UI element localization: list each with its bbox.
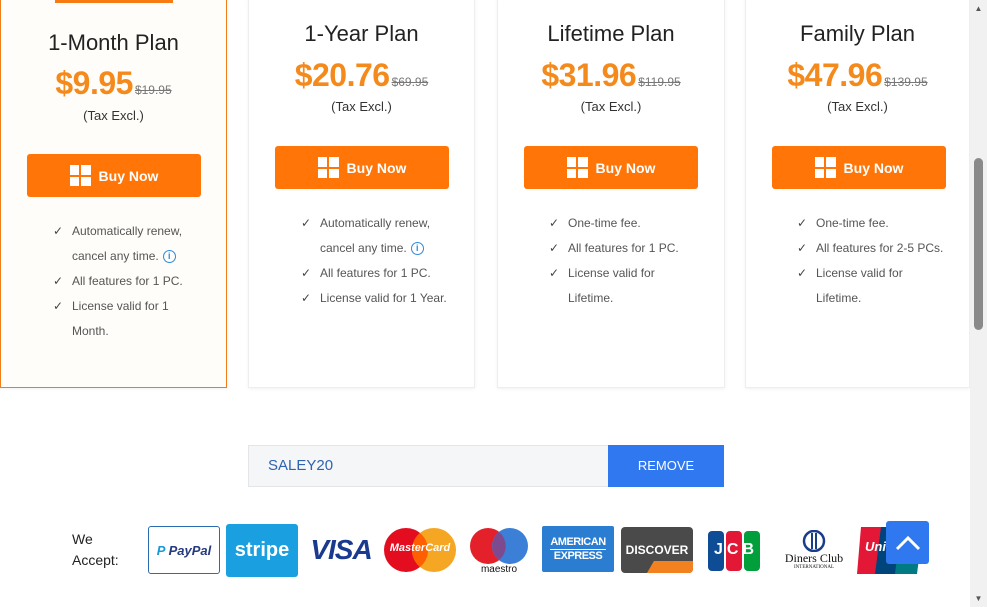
windows-icon	[814, 157, 836, 178]
plan-name: Family Plan	[800, 21, 915, 46]
plan-card-lifetime: Lifetime Plan $31.96 $119.95 (Tax Excl.) …	[497, 0, 725, 388]
stripe-icon: stripe	[234, 539, 290, 561]
buy-now-button[interactable]: Buy Now	[27, 154, 201, 197]
old-price: $69.95	[391, 75, 429, 89]
check-icon: ✓	[797, 216, 808, 230]
check-icon: ✓	[301, 266, 312, 280]
feature-list: ✓ One-time fee. ✓ All features for 1 PC. ✓…	[549, 211, 719, 311]
check-icon: ✓	[53, 274, 64, 288]
tax-note: (Tax Excl.)	[331, 99, 392, 114]
feature-item: cancel any time. i	[301, 236, 471, 261]
check-icon: ✓	[53, 224, 64, 238]
feature-item: ✓ All features for 1 PC.	[549, 236, 719, 261]
plan-name: 1-Month Plan	[48, 30, 179, 55]
price-row: $20.76 $69.95	[249, 57, 474, 94]
feature-item: ✓ Automatically renew,	[53, 219, 223, 244]
feature-item: Lifetime.	[816, 291, 862, 305]
check-icon: ✓	[797, 241, 808, 255]
plan-card-family: Family Plan $47.96 $139.95 (Tax Excl.) Bu…	[745, 0, 970, 388]
old-price: $139.95	[884, 75, 928, 89]
vertical-scrollbar[interactable]: ▲ ▼	[970, 0, 987, 607]
discover-icon: DISCOVER	[625, 543, 689, 557]
price: $9.95	[55, 65, 133, 101]
plan-card-1-month: 1-Month Plan $9.95 $19.95 (Tax Excl.) Buy…	[0, 0, 227, 388]
feature-item: ✓ All features for 2-5 PCs.	[797, 236, 969, 261]
feature-item: ✓ License valid for	[797, 261, 969, 286]
windows-icon	[317, 157, 339, 178]
tax-note: (Tax Excl.)	[83, 108, 144, 123]
buy-now-label: Buy Now	[843, 159, 904, 176]
discover-logo: DISCOVER	[621, 527, 693, 573]
buy-now-label: Buy Now	[346, 159, 407, 176]
feature-item: ✓ One-time fee.	[797, 211, 969, 236]
feature-item: ✓ License valid for	[549, 261, 719, 286]
check-icon: ✓	[549, 216, 560, 230]
feature-list: ✓ Automatically renew, cancel any time. i …	[53, 219, 223, 344]
maestro-logo: maestro	[466, 526, 532, 576]
feature-item: ✓ Automatically renew,	[301, 211, 471, 236]
windows-icon	[566, 157, 588, 178]
buy-now-label: Buy Now	[98, 167, 159, 184]
buy-now-button[interactable]: Buy Now	[772, 146, 946, 189]
scroll-down-arrow-icon[interactable]: ▼	[970, 590, 987, 607]
info-icon[interactable]: i	[162, 250, 176, 264]
feature-item: ✓ All features for 1 PC.	[301, 261, 471, 286]
visa-logo: VISA	[304, 526, 378, 574]
check-icon: ✓	[549, 241, 560, 255]
amex-icon: AMERICAN	[550, 535, 606, 550]
check-icon: ✓	[797, 266, 808, 280]
feature-item: ✓ License valid for 1 Year.	[301, 286, 471, 311]
feature-item: Month.	[72, 324, 109, 338]
diners-club-icon	[802, 530, 826, 552]
price: $31.96	[541, 57, 637, 93]
feature-item: Lifetime.	[568, 291, 614, 305]
check-icon: ✓	[301, 291, 312, 305]
price-row: $47.96 $139.95	[746, 57, 969, 94]
price-row: $31.96 $119.95	[498, 57, 724, 94]
diners-club-logo: Diners Club INTERNATIONAL	[778, 526, 850, 576]
coupon-code-field[interactable]: SALEY20	[248, 445, 609, 487]
tax-note: (Tax Excl.)	[827, 99, 888, 114]
stripe-logo: stripe	[226, 524, 298, 577]
mastercard-logo: MasterCard	[383, 527, 457, 573]
back-to-top-button[interactable]	[886, 521, 929, 564]
feature-item: ✓ All features for 1 PC.	[53, 269, 223, 294]
info-icon[interactable]: i	[410, 242, 424, 256]
paypal-logo: P PayPal	[148, 526, 220, 574]
buy-now-label: Buy Now	[595, 159, 656, 176]
chevron-up-icon	[895, 535, 920, 550]
plan-card-1-year: 1-Year Plan $20.76 $69.95 (Tax Excl.) Buy…	[248, 0, 475, 388]
check-icon: ✓	[53, 299, 64, 313]
plan-name: 1-Year Plan	[304, 21, 419, 46]
check-icon: ✓	[301, 216, 312, 230]
feature-list: ✓ One-time fee. ✓ All features for 2-5 PCs…	[797, 211, 969, 311]
buy-now-button[interactable]: Buy Now	[524, 146, 698, 189]
feature-item: ✓ One-time fee.	[549, 211, 719, 236]
old-price: $19.95	[134, 83, 172, 97]
check-icon: ✓	[549, 266, 560, 280]
feature-item: cancel any time. i	[53, 244, 223, 269]
tax-note: (Tax Excl.)	[580, 99, 642, 114]
price-row: $9.95 $19.95	[1, 65, 226, 102]
paypal-icon: P PayPal	[156, 542, 212, 558]
visa-icon: VISA	[310, 534, 372, 565]
scroll-up-arrow-icon[interactable]: ▲	[970, 0, 987, 17]
amex-logo: AMERICAN EXPRESS	[542, 526, 614, 572]
feature-list: ✓ Automatically renew, cancel any time. i …	[301, 211, 471, 311]
feature-item: ✓ License valid for 1	[53, 294, 223, 319]
buy-now-button[interactable]: Buy Now	[275, 146, 449, 189]
price: $47.96	[787, 57, 883, 93]
windows-icon	[69, 165, 91, 186]
price: $20.76	[294, 57, 390, 93]
we-accept-label: We Accept:	[72, 531, 119, 568]
jcb-logo: JCB	[703, 528, 765, 574]
remove-coupon-button[interactable]: REMOVE	[608, 445, 724, 487]
plan-name: Lifetime Plan	[547, 21, 675, 46]
maestro-icon	[470, 528, 528, 564]
old-price: $119.95	[638, 75, 681, 89]
featured-strip	[55, 0, 173, 3]
scrollbar-thumb[interactable]	[974, 158, 983, 330]
